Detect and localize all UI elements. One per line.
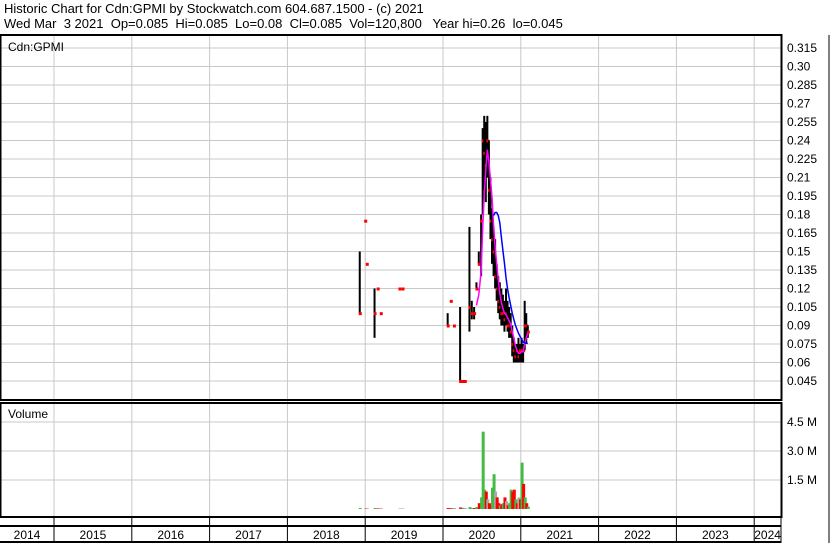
year-label: 2022 [624,528,651,542]
volume-tick-label: 3.0 M [787,444,817,458]
close-marker [475,287,479,291]
close-marker [364,219,368,223]
year-label: 2018 [313,528,340,542]
close-marker [376,287,380,291]
close-marker [473,312,477,316]
year-label: 2017 [235,528,262,542]
close-marker [358,312,362,316]
volume-bar [449,508,453,509]
volume-panel-frame [0,402,783,518]
volume-bar [373,508,377,509]
price-tick-label: 0.075 [787,337,817,351]
price-tick-label: 0.225 [787,152,817,166]
price-tick-label: 0.18 [787,208,811,222]
year-label: 2015 [80,528,107,542]
year-label: 2023 [702,528,729,542]
price-tick-label: 0.045 [787,374,817,388]
close-marker [379,312,383,316]
close-marker [449,299,453,303]
price-tick-label: 0.12 [787,282,811,296]
year-label: 2019 [391,528,418,542]
price-tick-label: 0.165 [787,226,817,240]
year-label: 2024 [754,528,781,542]
close-marker [373,312,377,316]
volume-bar [358,508,362,509]
volume-bar [463,508,467,509]
price-tick-label: 0.285 [787,78,817,92]
stock-chart: Historic Chart for Cdn:GPMI by Stockwatc… [0,0,830,543]
price-panel-frame [0,34,783,401]
price-tick-label: 0.24 [787,134,811,148]
chart-svg: 0.045 0.06 0.075 0.09 0.105 0.12 0.135 0.15 0.16… [0,34,830,543]
price-tick-label: 0.15 [787,245,811,259]
year-label: 2014 [14,528,41,542]
price-tick-label: 0.105 [787,300,817,314]
price-tick-label: 0.30 [787,60,811,74]
ticker-label: Cdn:GPMI [8,40,64,54]
price-tick-label: 0.06 [787,356,811,370]
year-label: 2021 [546,528,573,542]
volume-bar [452,508,456,509]
close-marker [463,380,467,383]
volume-tick-label: 1.5 M [787,473,817,487]
price-tick-label: 0.09 [787,319,811,333]
price-tick-label: 0.21 [787,171,811,185]
close-marker [401,287,405,291]
volume-bar [526,506,530,509]
volume-bar [376,508,380,509]
close-marker [398,287,402,291]
volume-tick-label: 4.5 M [787,415,817,429]
close-marker [452,324,456,328]
volume-bar [446,508,450,509]
volume-label: Volume [8,407,48,421]
price-tick-label: 0.255 [787,115,817,129]
close-marker [446,324,450,328]
price-tick-label: 0.135 [787,263,817,277]
year-label: 2020 [469,528,496,542]
close-marker [365,262,369,266]
price-tick-label: 0.315 [787,41,817,55]
year-label: 2016 [157,528,184,542]
price-tick-label: 0.195 [787,189,817,203]
price-tick-label: 0.27 [787,97,811,111]
